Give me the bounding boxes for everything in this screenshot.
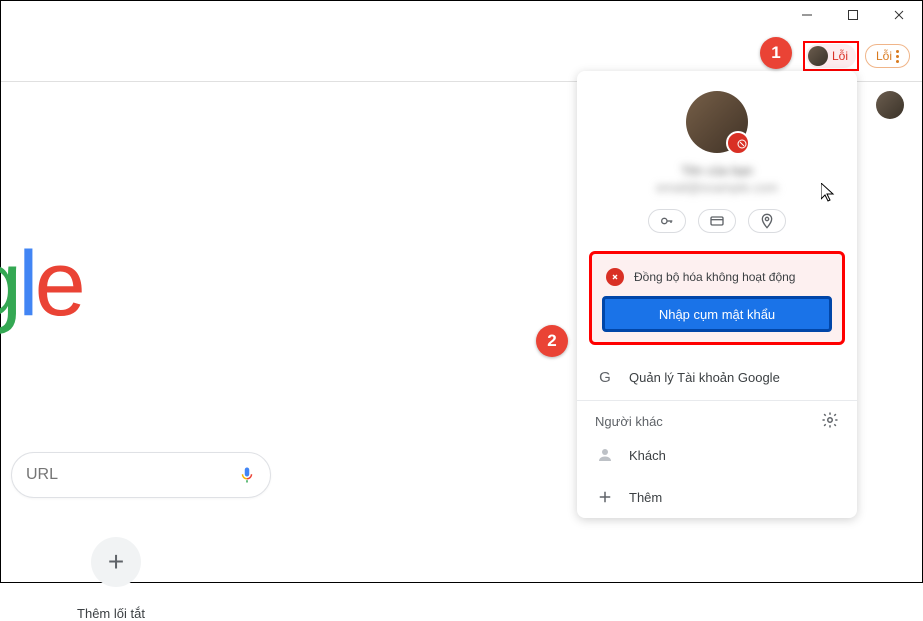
user-email: email@example.com bbox=[593, 180, 841, 195]
plus-icon bbox=[596, 488, 614, 506]
mic-icon[interactable] bbox=[238, 464, 256, 486]
sync-status-label: Đồng bộ hóa không hoạt động bbox=[634, 270, 795, 284]
window-minimize-button[interactable] bbox=[784, 1, 830, 29]
search-input[interactable] bbox=[26, 466, 238, 484]
manage-account-item[interactable]: G Quản lý Tài khoản Google bbox=[577, 357, 857, 398]
google-g-icon: G bbox=[599, 369, 611, 386]
guest-label: Khách bbox=[629, 448, 666, 463]
menu-error-label: Lỗi bbox=[876, 49, 892, 63]
google-logo: gle bbox=[0, 232, 82, 337]
callout-badge-2: 2 bbox=[536, 325, 568, 357]
minimize-icon bbox=[801, 9, 813, 21]
user-name: Tên của bạn bbox=[593, 163, 841, 178]
passphrase-button-label: Nhập cụm mật khẩu bbox=[659, 307, 775, 322]
add-shortcut-label: Thêm lối tắt bbox=[51, 606, 171, 621]
guest-profile-item[interactable]: Khách bbox=[577, 434, 857, 476]
payments-button[interactable] bbox=[698, 209, 736, 233]
passwords-button[interactable] bbox=[648, 209, 686, 233]
callout-badge-1: 1 bbox=[760, 37, 792, 69]
maximize-icon bbox=[847, 9, 859, 21]
add-label: Thêm bbox=[629, 490, 662, 505]
person-icon bbox=[596, 446, 614, 464]
profile-popover: Tên của bạn email@example.com Đồng bộ hó… bbox=[577, 71, 857, 518]
profile-chip-label: Lỗi bbox=[832, 49, 848, 63]
add-shortcut-button[interactable]: + bbox=[91, 537, 141, 587]
profile-chip-highlight: Lỗi bbox=[803, 41, 859, 71]
other-people-header: Người khác bbox=[595, 414, 663, 429]
close-icon bbox=[893, 9, 905, 21]
window-close-button[interactable] bbox=[876, 1, 922, 29]
settings-gear-button[interactable] bbox=[821, 411, 839, 432]
avatar-large bbox=[686, 91, 748, 153]
chrome-menu-button[interactable]: Lỗi bbox=[865, 44, 910, 68]
enter-passphrase-button[interactable]: Nhập cụm mật khẩu bbox=[602, 296, 832, 332]
sync-alert-badge-icon bbox=[737, 139, 747, 152]
plus-icon: + bbox=[108, 546, 124, 578]
addresses-button[interactable] bbox=[748, 209, 786, 233]
card-icon bbox=[709, 213, 725, 229]
vertical-dots-icon bbox=[896, 50, 899, 63]
manage-account-label: Quản lý Tài khoản Google bbox=[629, 370, 780, 385]
sync-status-box: Đồng bộ hóa không hoạt động Nhập cụm mật… bbox=[589, 251, 845, 345]
alert-circle-icon bbox=[606, 268, 624, 286]
avatar-icon bbox=[808, 46, 828, 66]
window-maximize-button[interactable] bbox=[830, 1, 876, 29]
profile-chip[interactable]: Lỗi bbox=[806, 44, 856, 68]
divider bbox=[577, 400, 857, 401]
key-icon bbox=[659, 213, 675, 229]
location-icon bbox=[759, 213, 775, 229]
add-profile-item[interactable]: Thêm bbox=[577, 476, 857, 518]
search-bar[interactable] bbox=[11, 452, 271, 498]
gear-icon bbox=[821, 411, 839, 429]
